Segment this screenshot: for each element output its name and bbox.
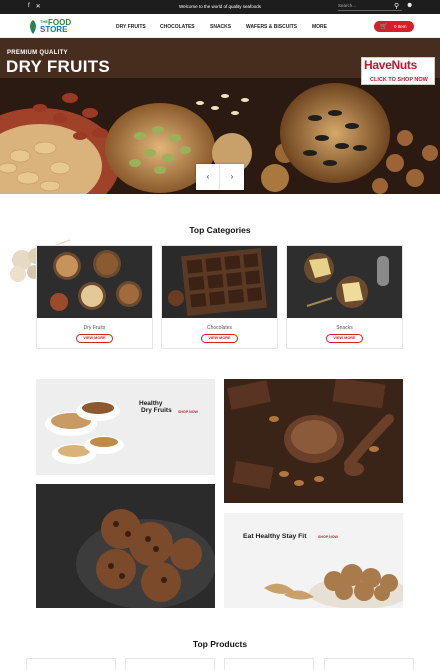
search-icon[interactable]: ⚲ — [394, 2, 399, 10]
nav-item-wafers-biscuits[interactable]: WAFERS & BISCUITS — [246, 24, 297, 30]
banner-healthy-line1: Healthy — [139, 400, 163, 407]
category-card-dry-fruits[interactable]: Dry Fruits VIEW MORE — [36, 245, 153, 349]
product-card[interactable] — [224, 658, 314, 670]
shop-now-link[interactable]: SHOP NOW — [318, 535, 338, 539]
nav-item-more[interactable]: MORE — [312, 24, 327, 30]
banner-healthy-line2: Dry Fruits — [141, 407, 172, 414]
user-icon[interactable]: ☻ — [406, 2, 413, 9]
nav-item-chocolates[interactable]: CHOCOLATES — [160, 24, 195, 30]
category-image-dry-fruits — [37, 246, 152, 318]
top-bar: f ✕ Welcome to the world of quality seaf… — [0, 0, 440, 14]
view-more-button[interactable]: VIEW MORE — [201, 334, 238, 343]
category-name: Dry Fruits — [83, 325, 106, 331]
search-input[interactable]: Search... — [338, 3, 402, 11]
banner-image-nut-bowls — [36, 379, 215, 475]
nav-item-dry-fruits[interactable]: DRY FRUITS — [116, 24, 146, 30]
shop-now-link[interactable]: SHOP NOW — [178, 410, 198, 414]
view-more-button[interactable]: VIEW MORE — [326, 334, 363, 343]
category-name: Snacks — [336, 325, 353, 331]
product-card[interactable] — [324, 658, 414, 670]
banner-cookies[interactable] — [36, 484, 215, 608]
brand-name: HaveNuts — [364, 58, 417, 72]
slider-next-button[interactable]: › — [220, 164, 244, 190]
brand-banner[interactable]: HaveNuts CLICK TO SHOP NOW — [361, 57, 435, 85]
logo-store: STORE — [40, 25, 68, 34]
category-image-chocolates — [162, 246, 277, 318]
view-more-button[interactable]: VIEW MORE — [76, 334, 113, 343]
cart-icon: 🛒 — [380, 24, 388, 30]
banner-image-walnuts — [224, 513, 403, 608]
leaf-logo-icon — [30, 20, 36, 34]
banner-chocolate[interactable] — [224, 379, 403, 503]
banner-fit-text: Eat Healthy Stay Fit — [243, 533, 307, 540]
hero-headline: DRY FRUITS — [6, 57, 111, 76]
brand-cta: CLICK TO SHOP NOW — [370, 77, 428, 83]
banner-image-chocolate-cookies — [36, 484, 215, 608]
category-image-snacks — [287, 246, 402, 318]
cart-button[interactable]: 🛒 0 Item — [374, 21, 414, 32]
category-card-snacks[interactable]: Snacks VIEW MORE — [286, 245, 403, 349]
product-card[interactable] — [26, 658, 116, 670]
category-card-chocolates[interactable]: Chocolates VIEW MORE — [161, 245, 278, 349]
store-logo[interactable]: THE FOOD STORE — [28, 18, 71, 36]
top-categories-title: Top Categories — [189, 225, 251, 235]
hero-eyebrow: PREMIUM QUALITY — [7, 50, 68, 56]
banner-eat-healthy[interactable]: Eat Healthy Stay Fit SHOP NOW — [224, 513, 403, 608]
cart-count: 0 Item — [394, 24, 407, 29]
nav-item-snacks[interactable]: SNACKS — [210, 24, 231, 30]
banner-image-chocolate-cocoa — [224, 379, 403, 503]
top-products-title: Top Products — [192, 639, 248, 649]
banner-healthy-dry-fruits[interactable]: Healthy Dry Fruits SHOP NOW — [36, 379, 215, 475]
category-name: Chocolates — [206, 325, 232, 331]
product-card[interactable] — [125, 658, 215, 670]
slider-prev-button[interactable]: ‹ — [196, 164, 220, 190]
logo-the: THE — [40, 19, 48, 24]
